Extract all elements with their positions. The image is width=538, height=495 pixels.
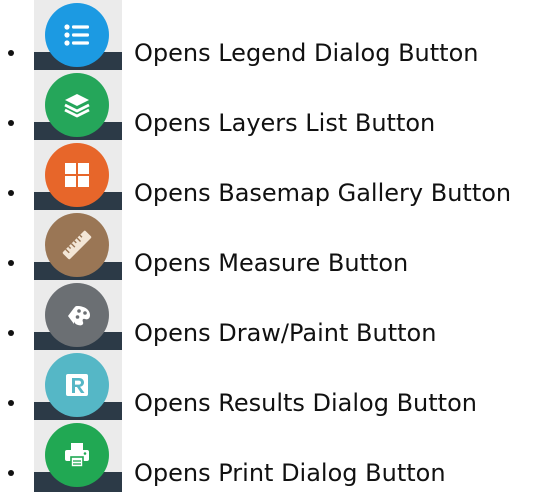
list-item-layers: Opens Layers List Button <box>0 70 538 142</box>
list-item-draw-paint: Opens Draw/Paint Button <box>0 280 538 352</box>
item-label: Opens Draw/Paint Button <box>134 319 437 347</box>
ruler-icon <box>45 213 109 277</box>
bullet <box>8 330 14 336</box>
results-r-icon <box>45 353 109 417</box>
results-button-image <box>34 350 122 422</box>
item-label: Opens Print Dialog Button <box>134 459 446 487</box>
legend-list-icon <box>45 3 109 67</box>
item-label: Opens Layers List Button <box>134 109 436 137</box>
layers-button-image <box>34 70 122 142</box>
measure-button-image <box>34 210 122 282</box>
palette-icon <box>45 283 109 347</box>
item-label: Opens Measure Button <box>134 249 409 277</box>
bullet <box>8 120 14 126</box>
legend-button-image <box>34 0 122 72</box>
bullet <box>8 190 14 196</box>
item-label: Opens Legend Dialog Button <box>134 39 479 67</box>
draw-paint-button-image <box>34 280 122 352</box>
list-item-results: Opens Results Dialog Button <box>0 350 538 422</box>
item-label: Opens Basemap Gallery Button <box>134 179 512 207</box>
print-button-image <box>34 420 122 492</box>
bullet <box>8 470 14 476</box>
item-label: Opens Results Dialog Button <box>134 389 477 417</box>
basemap-button-image <box>34 140 122 212</box>
list-item-measure: Opens Measure Button <box>0 210 538 282</box>
list-item-basemap: Opens Basemap Gallery Button <box>0 140 538 212</box>
list-item-legend: Opens Legend Dialog Button <box>0 0 538 72</box>
printer-icon <box>45 423 109 487</box>
layers-icon <box>45 73 109 137</box>
list-item-print: Opens Print Dialog Button <box>0 420 538 492</box>
bullet <box>8 260 14 266</box>
bullet <box>8 400 14 406</box>
basemap-grid-icon <box>45 143 109 207</box>
bullet <box>8 50 14 56</box>
